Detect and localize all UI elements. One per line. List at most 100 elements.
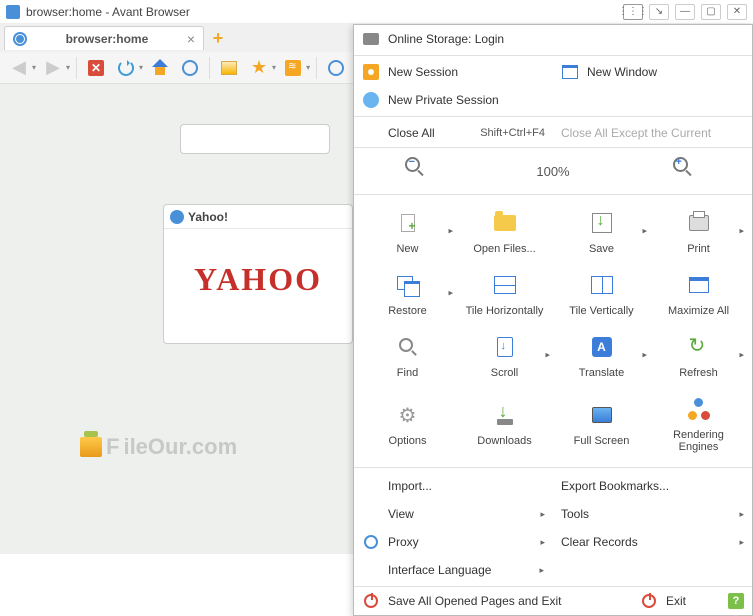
minimize-button[interactable]: — (675, 4, 695, 20)
menu-close-all[interactable]: Close All Shift+Ctrl+F4 (354, 119, 553, 147)
grid-label: Restore (388, 305, 427, 317)
menu-downloads[interactable]: Downloads (457, 387, 552, 459)
menu-translate[interactable]: ATranslate▸ (554, 325, 649, 385)
menu-label: New Session (388, 65, 545, 79)
help-icon[interactable]: ? (728, 593, 744, 609)
refresh-icon (689, 337, 709, 357)
menu-find[interactable]: Find (360, 325, 455, 385)
grid-label: Tile Horizontally (466, 305, 544, 317)
menu-label: New Private Session (388, 93, 744, 107)
menu-interface-language[interactable]: Interface Language▸ (354, 556, 752, 584)
grid-label: Tile Vertically (569, 305, 633, 317)
menu-clear-records[interactable]: Clear Records▸ (553, 528, 752, 556)
forward-dropdown[interactable]: ▾ (66, 63, 70, 72)
menu-tile-vertically[interactable]: Tile Vertically (554, 263, 649, 323)
globe-icon (170, 210, 184, 224)
search-input[interactable] (180, 124, 330, 154)
find-icon (399, 338, 417, 356)
grid-label: Save (589, 243, 614, 255)
box-icon (80, 437, 102, 457)
menu-scroll[interactable]: Scroll▸ (457, 325, 552, 385)
restore-down-icon[interactable]: ↘ (649, 4, 669, 20)
grid-label: Full Screen (574, 435, 630, 447)
menu-restore[interactable]: Restore▸ (360, 263, 455, 323)
grid-label: Find (397, 367, 418, 379)
grid-label: New (396, 243, 418, 255)
globe-icon (364, 535, 378, 549)
menu-exit[interactable]: Exit ? (632, 587, 752, 615)
history-button[interactable] (177, 55, 203, 81)
stop-button[interactable]: ✕ (83, 55, 109, 81)
menu-view[interactable]: View▸ (354, 500, 553, 528)
favorites-dropdown[interactable]: ▾ (272, 63, 276, 72)
globe-button[interactable] (323, 55, 349, 81)
power-icon (364, 594, 378, 608)
menu-import[interactable]: Import... (354, 472, 553, 500)
feeds-dropdown[interactable]: ▾ (306, 63, 310, 72)
menu-maximize-all[interactable]: Maximize All (651, 263, 746, 323)
menu-new-session[interactable]: New Session (354, 58, 553, 86)
menu-label: Save All Opened Pages and Exit (388, 594, 624, 608)
menu-save-all-exit[interactable]: Save All Opened Pages and Exit (354, 587, 632, 615)
yahoo-panel-title: Yahoo! (188, 210, 228, 224)
menu-export-bookmarks[interactable]: Export Bookmarks... (553, 472, 752, 500)
zoom-in-button[interactable]: + (673, 157, 701, 185)
maximize-button[interactable]: ▢ (701, 4, 721, 20)
new-page-icon (401, 214, 415, 232)
main-menu-button[interactable]: ⋮⋮⋮ (623, 4, 643, 20)
grid-label: Options (389, 435, 427, 447)
zoom-level: 100% (536, 164, 569, 179)
menu-online-storage[interactable]: Online Storage: Login (354, 25, 752, 53)
grid-label: Open Files... (473, 243, 535, 255)
menu-refresh[interactable]: Refresh▸ (651, 325, 746, 385)
print-icon (689, 215, 709, 231)
download-icon (495, 405, 515, 425)
menu-open-files[interactable]: Open Files... (457, 201, 552, 261)
refresh-button[interactable] (113, 55, 139, 81)
forward-button[interactable]: ▶ (40, 55, 66, 81)
app-icon (6, 5, 20, 19)
menu-rendering-engines[interactable]: Rendering Engines (651, 387, 746, 459)
tab-close-button[interactable]: × (187, 31, 195, 47)
back-dropdown[interactable]: ▾ (32, 63, 36, 72)
grid-label: Translate (579, 367, 624, 379)
menu-label: View (388, 507, 532, 521)
window-icon (562, 65, 578, 79)
menu-save[interactable]: Save▸ (554, 201, 649, 261)
menu-close-all-except: Close All Except the Current (553, 119, 752, 147)
menu-print[interactable]: Print▸ (651, 201, 746, 261)
menu-proxy[interactable]: Proxy▸ (354, 528, 553, 556)
menu-label: Tools (561, 507, 731, 521)
close-window-button[interactable]: ✕ (727, 4, 747, 20)
menu-label: Import... (388, 479, 545, 493)
favorites-button[interactable]: ★ (246, 55, 272, 81)
menu-tools[interactable]: Tools▸ (553, 500, 752, 528)
menu-zoom-row: − 100% + (354, 147, 752, 195)
magnifier-plus-icon: + (673, 157, 691, 175)
feeds-button[interactable]: ≋ (280, 55, 306, 81)
private-icon (363, 92, 379, 108)
yahoo-logo: YAHOO (164, 229, 352, 329)
zoom-out-button[interactable]: − (405, 157, 433, 185)
folder-icon (494, 215, 516, 231)
menu-tile-horizontally[interactable]: Tile Horizontally (457, 263, 552, 323)
menu-options[interactable]: ⚙Options (360, 387, 455, 459)
grid-label: Rendering Engines (653, 429, 744, 453)
menu-new-private-session[interactable]: New Private Session (354, 86, 752, 114)
menu-new[interactable]: New▸ (360, 201, 455, 261)
menu-full-screen[interactable]: Full Screen (554, 387, 649, 459)
power-icon (642, 594, 656, 608)
storage-icon (363, 33, 379, 45)
sidebar-button[interactable] (216, 55, 242, 81)
new-tab-button[interactable]: + (208, 28, 228, 48)
menu-label: Close All Except the Current (561, 126, 744, 140)
menu-new-window[interactable]: New Window (553, 58, 752, 86)
grid-label: Scroll (491, 367, 519, 379)
grid-label: Maximize All (668, 305, 729, 317)
tab-browser-home[interactable]: browser:home × (4, 26, 204, 50)
back-button[interactable]: ◀ (6, 55, 32, 81)
home-button[interactable] (147, 55, 173, 81)
refresh-dropdown[interactable]: ▾ (139, 63, 143, 72)
menu-label: New Window (587, 65, 744, 79)
globe-icon (13, 32, 27, 46)
